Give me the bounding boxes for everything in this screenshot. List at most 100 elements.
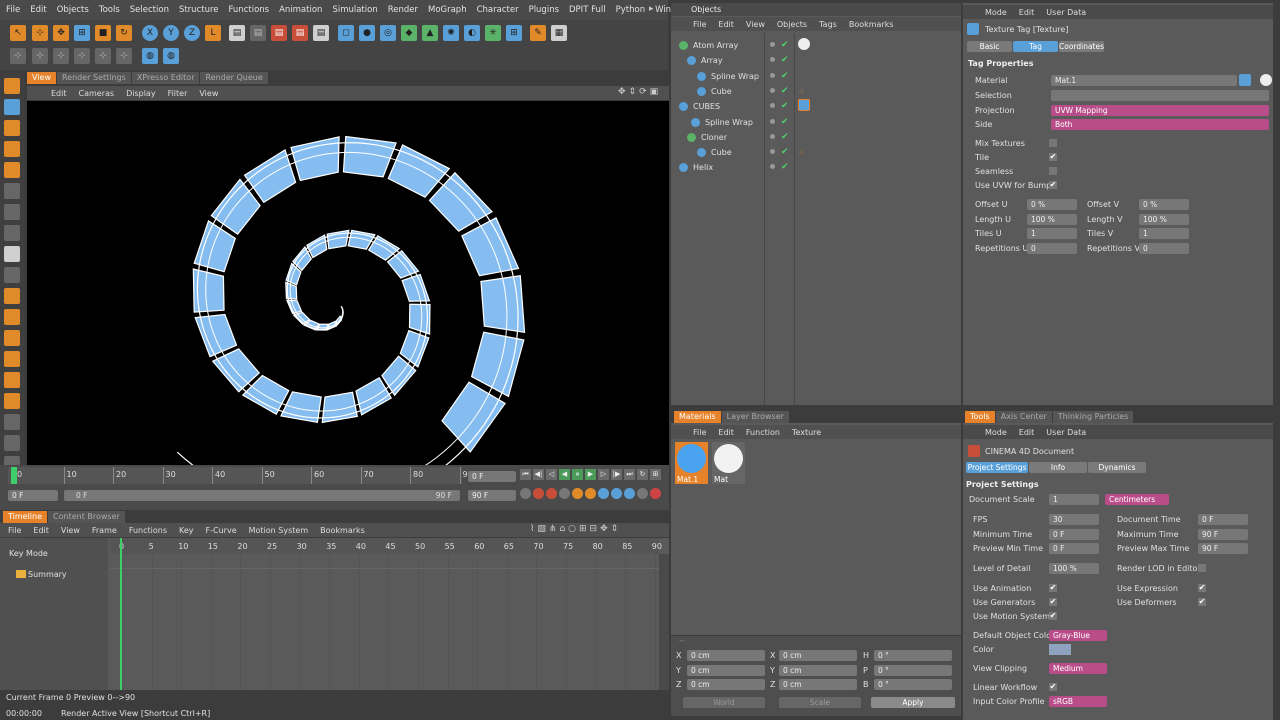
record-button-10-icon[interactable] bbox=[650, 488, 661, 499]
scene-icon[interactable]: ✺ bbox=[443, 25, 459, 41]
linear-workflow-checkbox[interactable]: ✔ bbox=[1049, 683, 1057, 691]
summary-track[interactable]: Summary bbox=[28, 570, 67, 579]
view-clipping-dropdown[interactable]: Medium bbox=[1049, 663, 1107, 674]
menu-mograph[interactable]: MoGraph bbox=[428, 5, 467, 15]
visibility-dot-icon[interactable] bbox=[770, 133, 775, 139]
project-tab-info[interactable]: Info bbox=[1029, 462, 1087, 473]
current-frame-field[interactable]: 0 F bbox=[468, 471, 516, 482]
tile-checkbox[interactable]: ✔ bbox=[1049, 153, 1057, 161]
enabled-check-icon[interactable]: ✔ bbox=[781, 86, 789, 96]
z-axis-icon[interactable]: Z bbox=[184, 25, 200, 41]
y-axis-icon[interactable]: Y bbox=[163, 25, 179, 41]
offset-v-field[interactable]: 0 % bbox=[1139, 199, 1189, 210]
enabled-check-icon[interactable]: ✔ bbox=[781, 40, 789, 50]
material-picker-icon[interactable] bbox=[1239, 74, 1251, 86]
use-animation-checkbox[interactable]: ✔ bbox=[1049, 584, 1057, 592]
axis-lock-icon[interactable]: ⊹ bbox=[74, 48, 90, 64]
position-z-field[interactable]: 0 cm bbox=[687, 679, 765, 690]
undo-icon[interactable]: ↖ bbox=[10, 25, 26, 41]
visibility-dot-icon[interactable] bbox=[770, 72, 775, 78]
tab-xpresso-editor[interactable]: XPresso Editor bbox=[131, 72, 200, 84]
left-tool-1-icon[interactable] bbox=[4, 99, 20, 115]
seamless-checkbox[interactable] bbox=[1049, 167, 1057, 175]
enabled-check-icon[interactable]: ✔ bbox=[781, 117, 789, 127]
workplane-icon[interactable]: ⊹ bbox=[32, 48, 48, 64]
objects-menu-bookmarks[interactable]: Bookmarks bbox=[849, 20, 894, 29]
menu-structure[interactable]: Structure bbox=[179, 5, 219, 15]
render-settings-icon[interactable]: ▤ bbox=[292, 25, 308, 41]
left-tool-13-icon[interactable] bbox=[4, 351, 20, 367]
objects-menu-tags[interactable]: Tags bbox=[819, 20, 837, 29]
timeline-menu-key[interactable]: Key bbox=[179, 526, 194, 535]
record-button-6-icon[interactable] bbox=[598, 488, 609, 499]
playback-button-2-icon[interactable]: ◁ bbox=[546, 469, 557, 480]
length-u-field[interactable]: 100 % bbox=[1027, 213, 1077, 225]
render-region-icon[interactable]: ▤ bbox=[271, 25, 287, 41]
left-tool-10-icon[interactable] bbox=[4, 288, 20, 304]
fps-field[interactable]: 30 bbox=[1049, 514, 1099, 525]
tab-render-settings[interactable]: Render Settings bbox=[56, 72, 131, 84]
coordinate-mode-dropdown[interactable]: World bbox=[683, 697, 765, 708]
left-tool-12-icon[interactable] bbox=[4, 330, 20, 346]
frame-ruler[interactable]: 0102030405060708090 bbox=[8, 467, 473, 484]
tools-menu-edit[interactable]: Edit bbox=[1019, 428, 1035, 437]
use-uvw-checkbox[interactable]: ✔ bbox=[1049, 181, 1057, 189]
modeling-axis-icon[interactable]: ⊹ bbox=[116, 48, 132, 64]
menu-simulation[interactable]: Simulation bbox=[332, 5, 377, 15]
object-row[interactable]: Cube ✔ ⁘ bbox=[671, 145, 961, 160]
playback-button-7-icon[interactable]: |▶ bbox=[611, 469, 622, 480]
live-selection-icon[interactable]: ⊹ bbox=[32, 25, 48, 41]
material-tag-icon[interactable] bbox=[798, 38, 810, 50]
project-tab-dynamics[interactable]: Dynamics bbox=[1088, 462, 1146, 473]
menu-python[interactable]: Python bbox=[616, 5, 645, 15]
rotation-h-field[interactable]: 0 ° bbox=[874, 650, 952, 661]
input-color-profile-dropdown[interactable]: sRGB bbox=[1049, 696, 1107, 707]
object-name[interactable]: Spline Wrap bbox=[711, 72, 759, 81]
rotate-icon[interactable]: ■ bbox=[95, 25, 111, 41]
timeline-menu-file[interactable]: File bbox=[8, 526, 21, 535]
objects-menu-objects[interactable]: Objects bbox=[777, 20, 807, 29]
use-expression-checkbox[interactable]: ✔ bbox=[1198, 584, 1206, 592]
cube-primitive-icon[interactable]: ◻ bbox=[338, 25, 354, 41]
coordinate-system-icon[interactable]: L bbox=[205, 25, 221, 41]
playback-button-3-icon[interactable]: ◀ bbox=[559, 469, 570, 480]
objects-menu-file[interactable]: File bbox=[693, 20, 706, 29]
quantize-icon[interactable]: ⊹ bbox=[53, 48, 69, 64]
level-of-detail-field[interactable]: 100 % bbox=[1049, 563, 1099, 574]
rotation-b-field[interactable]: 0 ° bbox=[874, 679, 952, 690]
playhead[interactable] bbox=[11, 467, 17, 484]
position-y-field[interactable]: 0 cm bbox=[687, 664, 765, 676]
texture-tag-icon[interactable] bbox=[798, 99, 810, 112]
size-mode-dropdown[interactable]: Scale bbox=[779, 697, 861, 708]
selection-field[interactable] bbox=[1051, 90, 1269, 101]
viewport-menu-filter[interactable]: Filter bbox=[168, 89, 188, 98]
mix-textures-checkbox[interactable] bbox=[1049, 139, 1057, 147]
position-x-field[interactable]: 0 cm bbox=[687, 650, 765, 661]
menubar-arrow-icon[interactable]: ▸ bbox=[649, 4, 654, 14]
camera-icon[interactable]: ◐ bbox=[464, 25, 480, 41]
object-name[interactable]: Cloner bbox=[701, 133, 727, 142]
nurbs-icon[interactable]: ◎ bbox=[380, 25, 396, 41]
record-button-1-icon[interactable] bbox=[533, 488, 544, 499]
rep-v-field[interactable]: 0 bbox=[1139, 242, 1189, 254]
python-icon[interactable]: ✎ bbox=[530, 25, 546, 41]
tab-thinking-particles[interactable]: Thinking Particles bbox=[1052, 411, 1134, 423]
timeline-grid[interactable] bbox=[110, 554, 659, 690]
range-slider[interactable]: 0 F 90 F bbox=[64, 490, 460, 501]
max-time-field[interactable]: 90 F bbox=[1198, 528, 1248, 540]
viewport-menu-view[interactable]: View bbox=[199, 89, 218, 98]
end-frame-field[interactable]: 90 F bbox=[468, 490, 516, 501]
object-name[interactable]: Cube bbox=[711, 148, 732, 157]
material-field[interactable]: Mat.1 bbox=[1051, 75, 1237, 86]
timeline-menu-view[interactable]: View bbox=[61, 526, 80, 535]
menu-plugins[interactable]: Plugins bbox=[529, 5, 559, 15]
object-row[interactable]: Spline Wrap ✔ bbox=[671, 69, 961, 84]
render-picture-viewer-icon[interactable]: ▤ bbox=[250, 25, 266, 41]
object-row[interactable]: Cube ✔ ⁘ bbox=[671, 84, 961, 99]
prev-min-field[interactable]: 0 F bbox=[1049, 543, 1099, 554]
deformer-icon[interactable]: ▲ bbox=[422, 25, 438, 41]
phong-tag-icon[interactable]: ⁘ bbox=[798, 87, 806, 96]
attributes-menu-user-data[interactable]: User Data bbox=[1046, 8, 1086, 17]
render-view-icon[interactable]: ▤ bbox=[229, 25, 245, 41]
menu-edit[interactable]: Edit bbox=[30, 5, 46, 15]
